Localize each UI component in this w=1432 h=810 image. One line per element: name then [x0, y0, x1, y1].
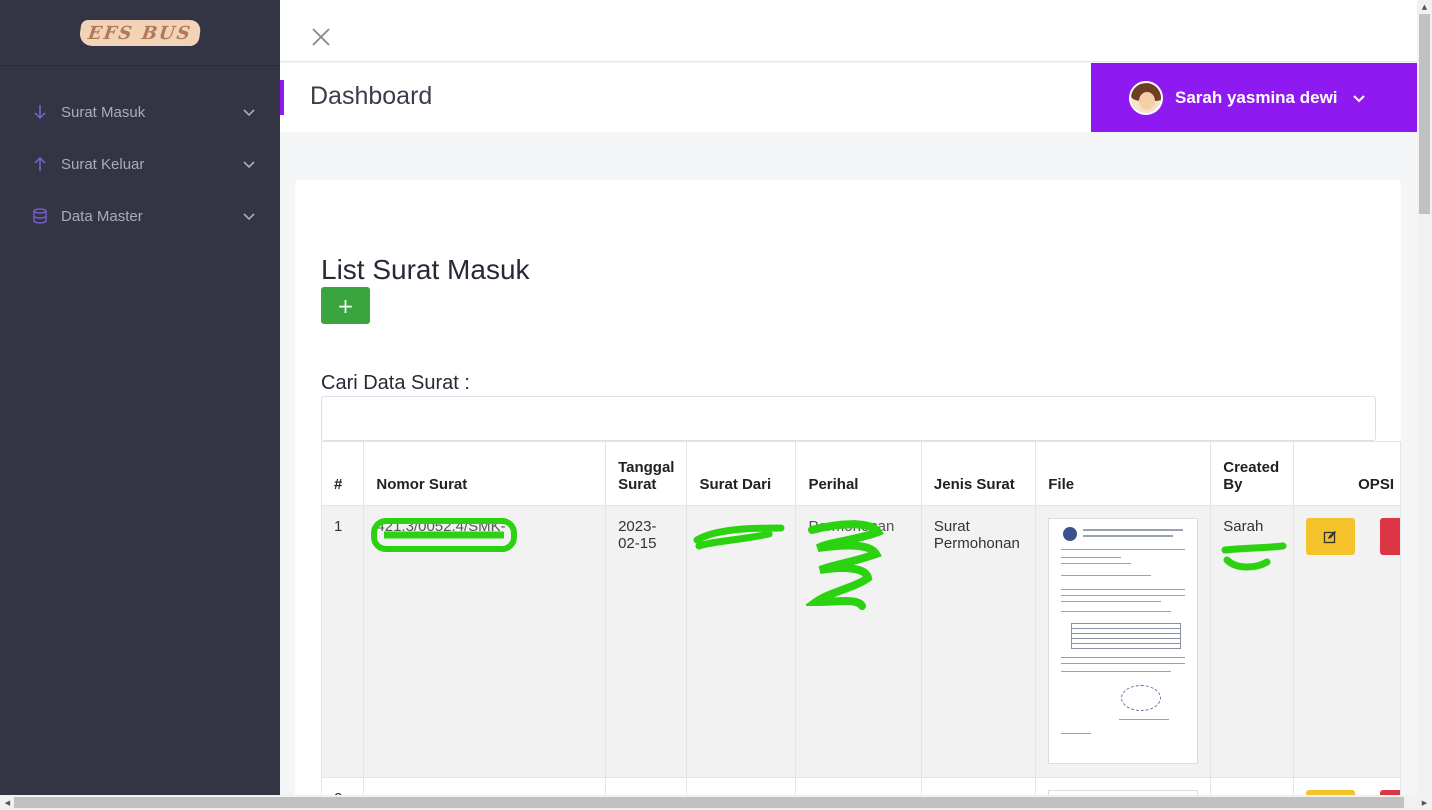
user-name: Sarah yasmina dewi — [1175, 87, 1338, 107]
app-logo-text: EFS BUS — [86, 22, 194, 43]
sidebar-item-label: Surat Masuk — [61, 103, 146, 121]
column-header: File — [1035, 441, 1212, 506]
app-logo[interactable]: EFS BUS — [78, 19, 202, 46]
sidebar-item-label: Data Master — [61, 207, 143, 225]
table-header-row: # Nomor Surat Tanggal Surat Surat Dari P… — [320, 441, 1401, 506]
cell-no: 1 — [320, 505, 365, 778]
column-header: # — [320, 441, 365, 506]
user-menu[interactable]: Sarah yasmina dewi — [1091, 63, 1417, 132]
sidebar-item-data-master[interactable]: Data Master — [0, 190, 280, 242]
scroll-right-icon[interactable]: ▶ — [1417, 796, 1432, 810]
cell-tanggal-surat: 2023-02-15 — [605, 505, 688, 778]
table-row: 1 421.3/0052.4/SMK- 2023-02-15 Permohona… — [320, 505, 1401, 778]
search-input[interactable] — [321, 396, 1376, 441]
sidebar-item-surat-keluar[interactable]: Surat Keluar — [0, 138, 280, 190]
topbar — [280, 0, 1417, 62]
redaction-mark — [806, 520, 885, 610]
column-header: Perihal — [795, 441, 922, 506]
sidebar-menu: Surat Masuk Surat Keluar Data Master — [0, 86, 280, 242]
sidebar-brand: EFS BUS — [0, 0, 280, 66]
arrow-up-icon — [32, 156, 48, 172]
surat-table: # Nomor Surat Tanggal Surat Surat Dari P… — [320, 441, 1401, 810]
sidebar-item-surat-masuk[interactable]: Surat Masuk — [0, 86, 280, 138]
chevron-down-icon — [243, 109, 255, 117]
page-title: Dashboard — [310, 82, 433, 110]
scroll-up-icon[interactable]: ▲ — [1417, 0, 1432, 14]
column-header: OPSI — [1292, 441, 1401, 506]
column-header: Created By — [1210, 441, 1294, 506]
vertical-scroll-thumb[interactable] — [1419, 14, 1430, 214]
column-header: Tanggal Surat — [605, 441, 688, 506]
column-header: Jenis Surat — [920, 441, 1037, 506]
cell-perihal: Permohonan — [795, 505, 922, 778]
cell-surat-dari — [686, 505, 797, 778]
close-icon[interactable] — [310, 26, 332, 48]
sidebar-item-label: Surat Keluar — [61, 155, 145, 173]
cell-opsi — [1292, 505, 1401, 778]
scroll-left-icon[interactable]: ◀ — [0, 796, 15, 810]
cell-jenis-surat: Surat Permohonan — [920, 505, 1037, 778]
chevron-down-icon — [1352, 94, 1365, 102]
header-accent-bar — [280, 80, 284, 115]
search-label: Cari Data Surat : — [321, 372, 470, 394]
chevron-down-icon — [243, 213, 255, 221]
redaction-mark — [371, 518, 518, 552]
column-header: Surat Dari — [686, 441, 797, 506]
column-header: Nomor Surat — [363, 441, 607, 506]
edit-icon — [1324, 530, 1337, 543]
edit-button[interactable] — [1305, 518, 1355, 555]
redaction-mark — [1221, 542, 1287, 571]
delete-button[interactable] — [1379, 518, 1400, 555]
file-thumbnail[interactable] — [1048, 518, 1199, 764]
vertical-scrollbar[interactable]: ▲ — [1417, 0, 1432, 795]
created-by-text: Sarah — [1223, 518, 1264, 535]
cell-nomor-surat: 421.3/0052.4/SMK- — [363, 505, 607, 778]
sidebar: EFS BUS Surat Masuk Surat Keluar Data Ma… — [0, 0, 280, 810]
chevron-down-icon — [243, 161, 255, 169]
horizontal-scroll-thumb[interactable] — [14, 797, 1404, 808]
arrow-down-icon — [32, 104, 48, 120]
page-header: Dashboard Sarah yasmina dewi — [280, 63, 1417, 132]
content-card: List Surat Masuk + Cari Data Surat : # N… — [295, 180, 1401, 810]
add-surat-button[interactable]: + — [321, 287, 370, 324]
database-icon — [32, 208, 48, 224]
list-title: List Surat Masuk — [321, 254, 530, 285]
avatar — [1129, 80, 1163, 115]
cell-created-by: Sarah — [1210, 505, 1294, 778]
horizontal-scrollbar[interactable]: ◀ ▶ — [0, 795, 1432, 810]
cell-file — [1035, 505, 1212, 778]
redaction-mark — [693, 524, 785, 550]
